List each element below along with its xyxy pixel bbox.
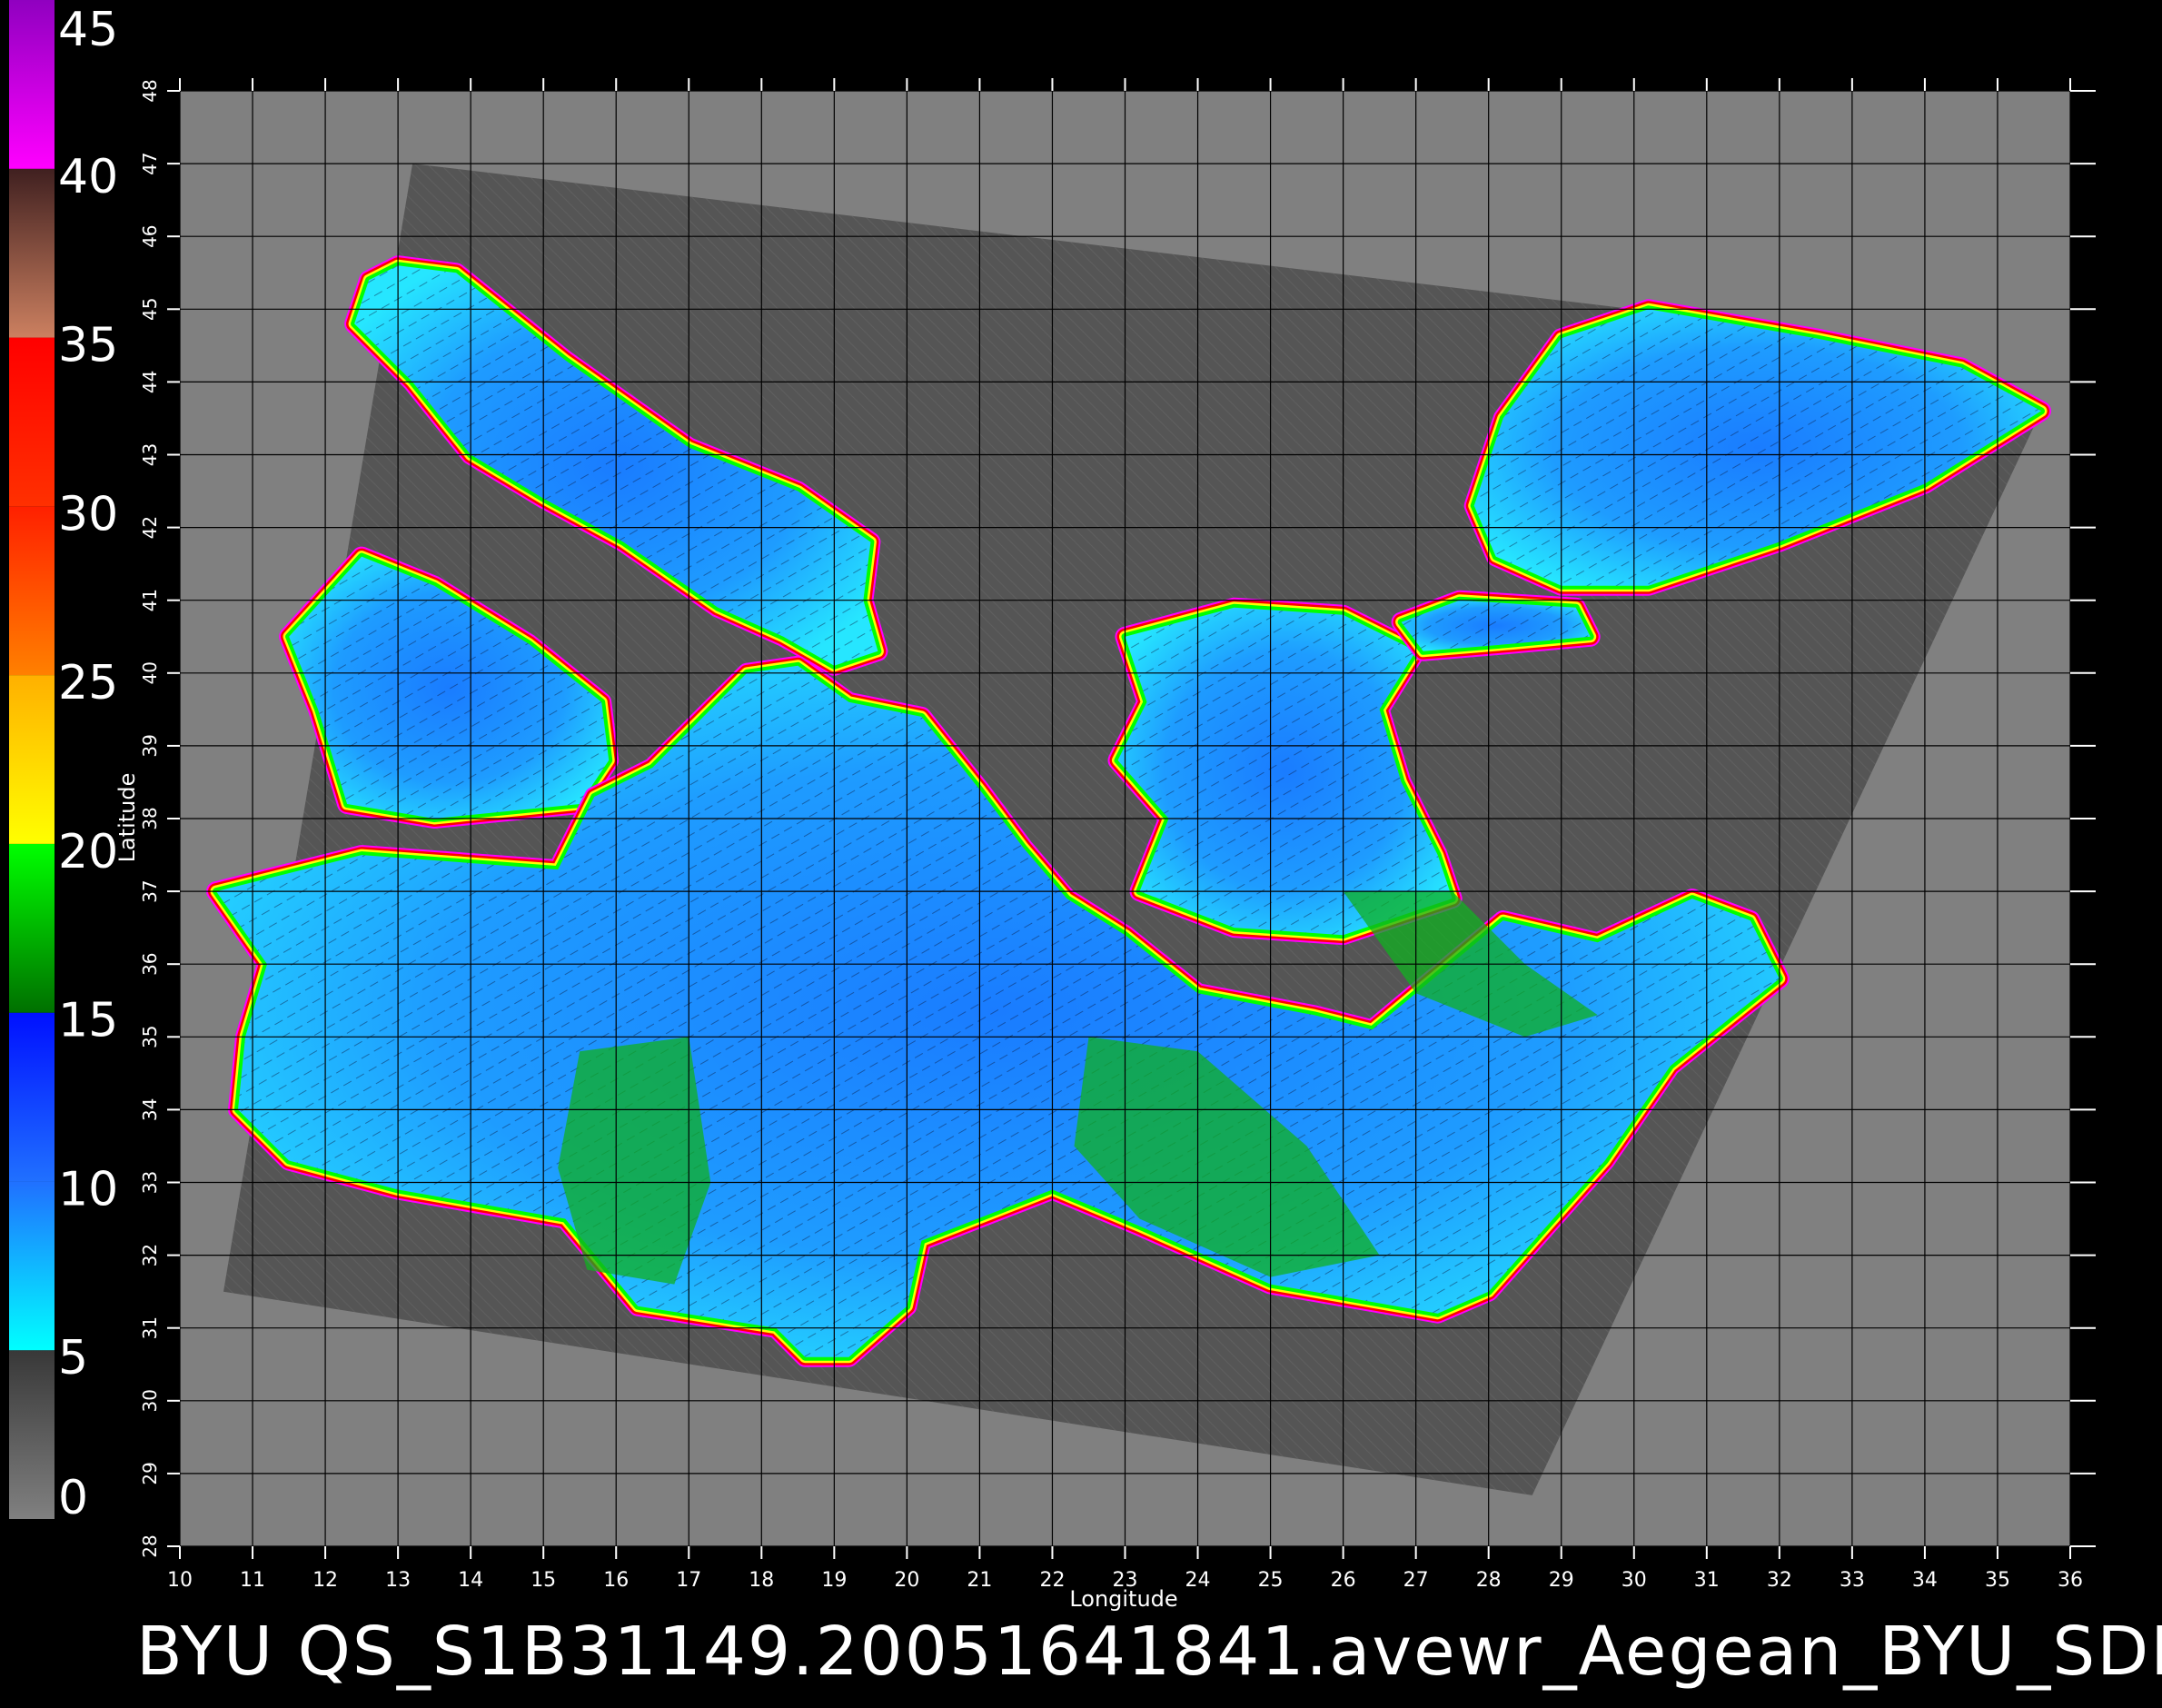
- x-axis-label: Longitude: [1069, 1586, 1177, 1612]
- y-tick-label-34: 34: [139, 1098, 161, 1121]
- x-tick-label-36: 36: [2058, 1569, 2083, 1592]
- x-tick-label-34: 34: [1912, 1569, 1938, 1592]
- x-tick-label-35: 35: [1985, 1569, 2010, 1592]
- y-tick-label-46: 46: [139, 224, 161, 247]
- x-tick-label-29: 29: [1549, 1569, 1574, 1592]
- wind-map: 10 11 12 13 14 15 16 17 18 19 20 21 22 23 24 25 26 27 28 29…: [9, 0, 2096, 1612]
- x-tick-label-24: 24: [1185, 1569, 1211, 1592]
- sea-aegean: [1107, 597, 1463, 946]
- colorbar-segment-30: [9, 337, 55, 507]
- colorbar-label-40: 40: [58, 150, 118, 204]
- colorbar-label-20: 20: [58, 825, 118, 879]
- y-tick-label-30: 30: [139, 1389, 161, 1412]
- y-tick-label-36: 36: [139, 952, 161, 975]
- colorbar-label-0: 0: [58, 1471, 88, 1525]
- y-tick-label-47: 47: [139, 152, 161, 174]
- x-tick-label-25: 25: [1258, 1569, 1284, 1592]
- x-tick-label-28: 28: [1476, 1569, 1502, 1592]
- x-tick-label-14: 14: [458, 1569, 483, 1592]
- colorbar-label-5: 5: [58, 1331, 88, 1385]
- x-tick-label-31: 31: [1694, 1569, 1720, 1592]
- colorbar-segment-20: [9, 675, 55, 844]
- colorbar-label-30: 30: [58, 487, 118, 541]
- y-tick-label-43: 43: [139, 443, 161, 466]
- y-tick-label-38: 38: [139, 807, 161, 829]
- x-tick-label-18: 18: [749, 1569, 774, 1592]
- x-tick-label-19: 19: [821, 1569, 847, 1592]
- x-tick-label-13: 13: [385, 1569, 411, 1592]
- x-tick-label-27: 27: [1403, 1569, 1429, 1592]
- y-tick-label-45: 45: [139, 298, 161, 321]
- x-tick-label-32: 32: [1767, 1569, 1792, 1592]
- x-tick-label-21: 21: [967, 1569, 992, 1592]
- y-tick-label-42: 42: [139, 516, 161, 539]
- y-tick-label-35: 35: [139, 1026, 161, 1048]
- colorbar-label-45: 45: [58, 3, 118, 57]
- colorbar-label-10: 10: [58, 1162, 118, 1216]
- grid-layer: [179, 90, 2071, 1547]
- y-tick-label-33: 33: [139, 1171, 161, 1194]
- x-tick-label-33: 33: [1840, 1569, 1865, 1592]
- x-tick-label-20: 20: [894, 1569, 919, 1592]
- colorbar-label-25: 25: [58, 656, 118, 710]
- y-tick-label-37: 37: [139, 879, 161, 902]
- colorbar-segment-0: [9, 1350, 55, 1519]
- x-tick-label-10: 10: [167, 1569, 193, 1592]
- y-tick-label-40: 40: [139, 661, 161, 684]
- y-tick-label-28: 28: [139, 1534, 161, 1557]
- y-tick-label-48: 48: [139, 79, 161, 102]
- colorbar-segment-25: [9, 506, 55, 676]
- y-tick-label-39: 39: [139, 734, 161, 757]
- x-tick-label-26: 26: [1331, 1569, 1356, 1592]
- x-tick-label-11: 11: [240, 1569, 265, 1592]
- x-tick-label-17: 17: [676, 1569, 701, 1592]
- y-tick-label-31: 31: [139, 1316, 161, 1339]
- y-axis-label: Latitude: [114, 773, 140, 863]
- sea-marmara: [1391, 590, 1601, 661]
- colorbar-label-15: 15: [58, 994, 118, 1048]
- y-tick-label-44: 44: [139, 371, 161, 393]
- colorbar-segment-40: [9, 0, 55, 169]
- colorbar-segment-15: [9, 843, 55, 1013]
- colorbar-segment-5: [9, 1181, 55, 1351]
- y-tick-label-41: 41: [139, 589, 161, 611]
- y-tick-label-32: 32: [139, 1244, 161, 1266]
- x-tick-label-22: 22: [1039, 1569, 1065, 1592]
- image-caption: BYU QS_S1B31149.20051641841.avewr_Aegean…: [136, 1613, 2162, 1691]
- x-tick-label-12: 12: [312, 1569, 338, 1592]
- x-tick-label-16: 16: [603, 1569, 629, 1592]
- colorbar: 0 5 10 15 20 25 30 35 40 45: [9, 0, 118, 1525]
- colorbar-segment-10: [9, 1012, 55, 1182]
- x-tick-label-15: 15: [531, 1569, 556, 1592]
- y-tick-label-29: 29: [139, 1462, 161, 1485]
- colorbar-segment-35: [9, 168, 55, 338]
- colorbar-label-35: 35: [58, 319, 118, 373]
- x-tick-label-30: 30: [1622, 1569, 1647, 1592]
